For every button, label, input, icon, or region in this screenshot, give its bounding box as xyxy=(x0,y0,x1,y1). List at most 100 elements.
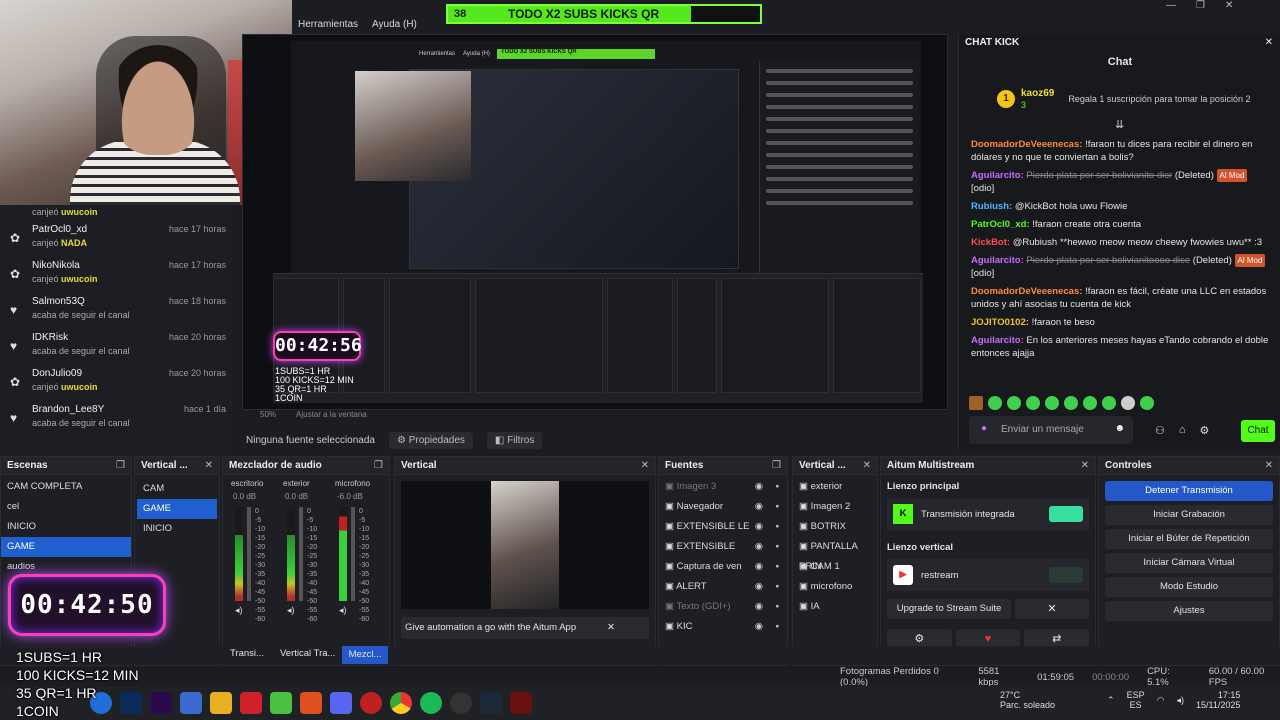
close-icon[interactable]: ✕ xyxy=(863,460,871,471)
lock-icon[interactable]: ▪ xyxy=(776,497,779,517)
eye-icon[interactable]: ◉ xyxy=(755,597,763,617)
wifi-icon[interactable]: ◠ xyxy=(1157,695,1165,706)
speaker-icon[interactable]: ◂) xyxy=(339,605,347,616)
speaker-icon[interactable]: ◂) xyxy=(287,605,295,616)
eye-icon[interactable]: ◉ xyxy=(755,577,763,597)
lock-icon[interactable]: ▪ xyxy=(776,617,779,637)
vertical-source-item[interactable]: ▣ PANTALLA PRIN xyxy=(793,537,877,572)
volume-fader[interactable] xyxy=(351,507,355,601)
close-icon[interactable]: ✕ xyxy=(1081,460,1089,471)
scene-item[interactable]: GAME xyxy=(1,537,131,557)
volume-fader[interactable] xyxy=(299,507,303,601)
chat-send-button[interactable]: Chat xyxy=(1241,420,1275,442)
vertical-source-item[interactable]: ▣ Imagen 2 xyxy=(793,497,877,517)
chevron-up-icon[interactable]: ⌃ xyxy=(1107,695,1115,706)
speaker-icon[interactable]: ◂) xyxy=(235,605,243,616)
chat-user[interactable]: DoomadorDeVeeenecas: xyxy=(971,286,1082,297)
maximize-icon[interactable]: ❐ xyxy=(1196,0,1205,14)
properties-button[interactable]: ⚙ Propiedades xyxy=(388,431,473,449)
close-icon[interactable]: ✕ xyxy=(1225,0,1233,14)
zoom-level[interactable]: 50% xyxy=(260,410,276,424)
eye-icon[interactable]: ◉ xyxy=(755,497,763,517)
eye-icon[interactable]: ◉ xyxy=(755,617,763,637)
lock-icon[interactable]: ▪ xyxy=(776,517,779,537)
close-icon[interactable]: ✕ xyxy=(1015,599,1089,619)
emote-icon[interactable] xyxy=(1026,396,1040,410)
lock-icon[interactable]: ▪ xyxy=(776,577,779,597)
scene-item[interactable]: CAM COMPLETA xyxy=(1,477,131,497)
close-icon[interactable]: ✕ xyxy=(641,460,649,471)
chat-user[interactable]: Aguilarcito: xyxy=(971,255,1024,266)
control-button[interactable]: Iniciar el Búfer de Repetición xyxy=(1105,529,1273,549)
close-icon[interactable]: ✕ xyxy=(1265,37,1273,48)
tab-vertical-transitions[interactable]: Vertical Tra... xyxy=(280,648,335,659)
scene-item[interactable]: cel xyxy=(1,497,131,517)
vertical-source-item[interactable]: ▣ BOTRIX xyxy=(793,517,877,537)
tab-transitions[interactable]: Transi... xyxy=(230,648,264,659)
control-button[interactable]: Modo Estudio xyxy=(1105,577,1273,597)
source-item[interactable]: ▣ ALERT ◉ ▪ xyxy=(659,577,787,597)
settings-icon[interactable]: ⚙ xyxy=(1200,424,1210,437)
folder-icon[interactable] xyxy=(210,692,232,714)
source-item[interactable]: ▣ Navegador ◉ ▪ xyxy=(659,497,787,517)
mic-icon[interactable]: ● xyxy=(981,423,987,434)
chat-user[interactable]: Aguilarcito: xyxy=(971,335,1024,346)
program-preview[interactable]: Herramientas Ayuda (H) TODO X2 SUBS KICKS… xyxy=(242,34,948,410)
scene-item[interactable]: INICIO xyxy=(1,517,131,537)
close-icon[interactable]: ✕ xyxy=(1265,460,1273,471)
lock-icon[interactable]: ▪ xyxy=(776,477,779,497)
chat-user[interactable]: Aguilarcito: xyxy=(971,170,1024,181)
chat-user[interactable]: KickBot: xyxy=(971,237,1010,248)
emote-icon[interactable] xyxy=(1083,396,1097,410)
float-icon[interactable]: ❐ xyxy=(116,460,125,471)
vertical-preview[interactable] xyxy=(401,481,649,609)
eye-icon[interactable]: ◉ xyxy=(755,477,763,497)
control-button[interactable]: Iniciar Grabación xyxy=(1105,505,1273,525)
lock-icon[interactable]: ▪ xyxy=(776,537,779,557)
emote-icon[interactable] xyxy=(988,396,1002,410)
emoji-icon[interactable]: ☻ xyxy=(1114,423,1125,434)
brave-icon[interactable] xyxy=(300,692,322,714)
minimize-icon[interactable]: — xyxy=(1166,0,1176,14)
eye-icon[interactable]: ◉ xyxy=(755,537,763,557)
float-icon[interactable]: ❐ xyxy=(374,460,383,471)
tab-mixer[interactable]: Mezcl... xyxy=(342,646,388,664)
app-icon[interactable] xyxy=(240,692,262,714)
vertical-scene-item[interactable]: GAME xyxy=(137,499,217,519)
chat-user[interactable]: Rubiush: xyxy=(971,201,1012,212)
emote-icon[interactable] xyxy=(1102,396,1116,410)
fit-window[interactable]: Ajustar a la ventana xyxy=(296,410,367,424)
chrome-icon[interactable] xyxy=(390,692,412,714)
vertical-scene-item[interactable]: INICIO xyxy=(137,519,217,539)
link-icon[interactable]: ⚇ xyxy=(1155,424,1165,437)
close-icon[interactable]: ✕ xyxy=(607,617,615,639)
source-item[interactable]: ▣ KIC ◉ ▪ xyxy=(659,617,787,637)
language[interactable]: ESP ES xyxy=(1127,690,1145,710)
close-icon[interactable]: ✕ xyxy=(205,460,213,471)
vertical-source-item[interactable]: ▣ microfono xyxy=(793,577,877,597)
clock[interactable]: 17:15 15/11/2025 xyxy=(1196,690,1240,710)
vertical-scene-item[interactable]: CAM xyxy=(137,479,217,499)
emote-icon[interactable] xyxy=(1064,396,1078,410)
premiere-icon[interactable] xyxy=(150,692,172,714)
store-icon[interactable] xyxy=(180,692,202,714)
source-item[interactable]: ▣ EXTENSIBLE ◉ ▪ xyxy=(659,537,787,557)
lock-icon[interactable]: ▪ xyxy=(776,597,779,617)
float-icon[interactable]: ❐ xyxy=(772,460,781,471)
vertical-source-item[interactable]: ▣ exterior xyxy=(793,477,877,497)
vertical-stream-toggle[interactable] xyxy=(1049,567,1083,583)
source-item[interactable]: ▣ EXTENSIBLE LE ◉ ▪ xyxy=(659,517,787,537)
spotify-icon[interactable] xyxy=(420,692,442,714)
discord-icon[interactable] xyxy=(330,692,352,714)
control-button[interactable]: Ajustes xyxy=(1105,601,1273,621)
source-item[interactable]: ▣ Captura de ven ◉ ▪ xyxy=(659,557,787,577)
menu-herramientas[interactable]: Herramientas xyxy=(298,19,358,30)
emote-icon[interactable] xyxy=(969,396,983,410)
game-icon[interactable] xyxy=(510,692,532,714)
control-button[interactable]: Iniciar Cámara Virtual xyxy=(1105,553,1273,573)
lock-icon[interactable]: ▪ xyxy=(776,557,779,577)
emote-icon[interactable] xyxy=(1045,396,1059,410)
main-stream-toggle[interactable] xyxy=(1049,506,1083,522)
volume-icon[interactable]: ◂) xyxy=(1176,695,1184,706)
chat-input[interactable]: ● Enviar un mensaje ☻ xyxy=(969,416,1133,444)
